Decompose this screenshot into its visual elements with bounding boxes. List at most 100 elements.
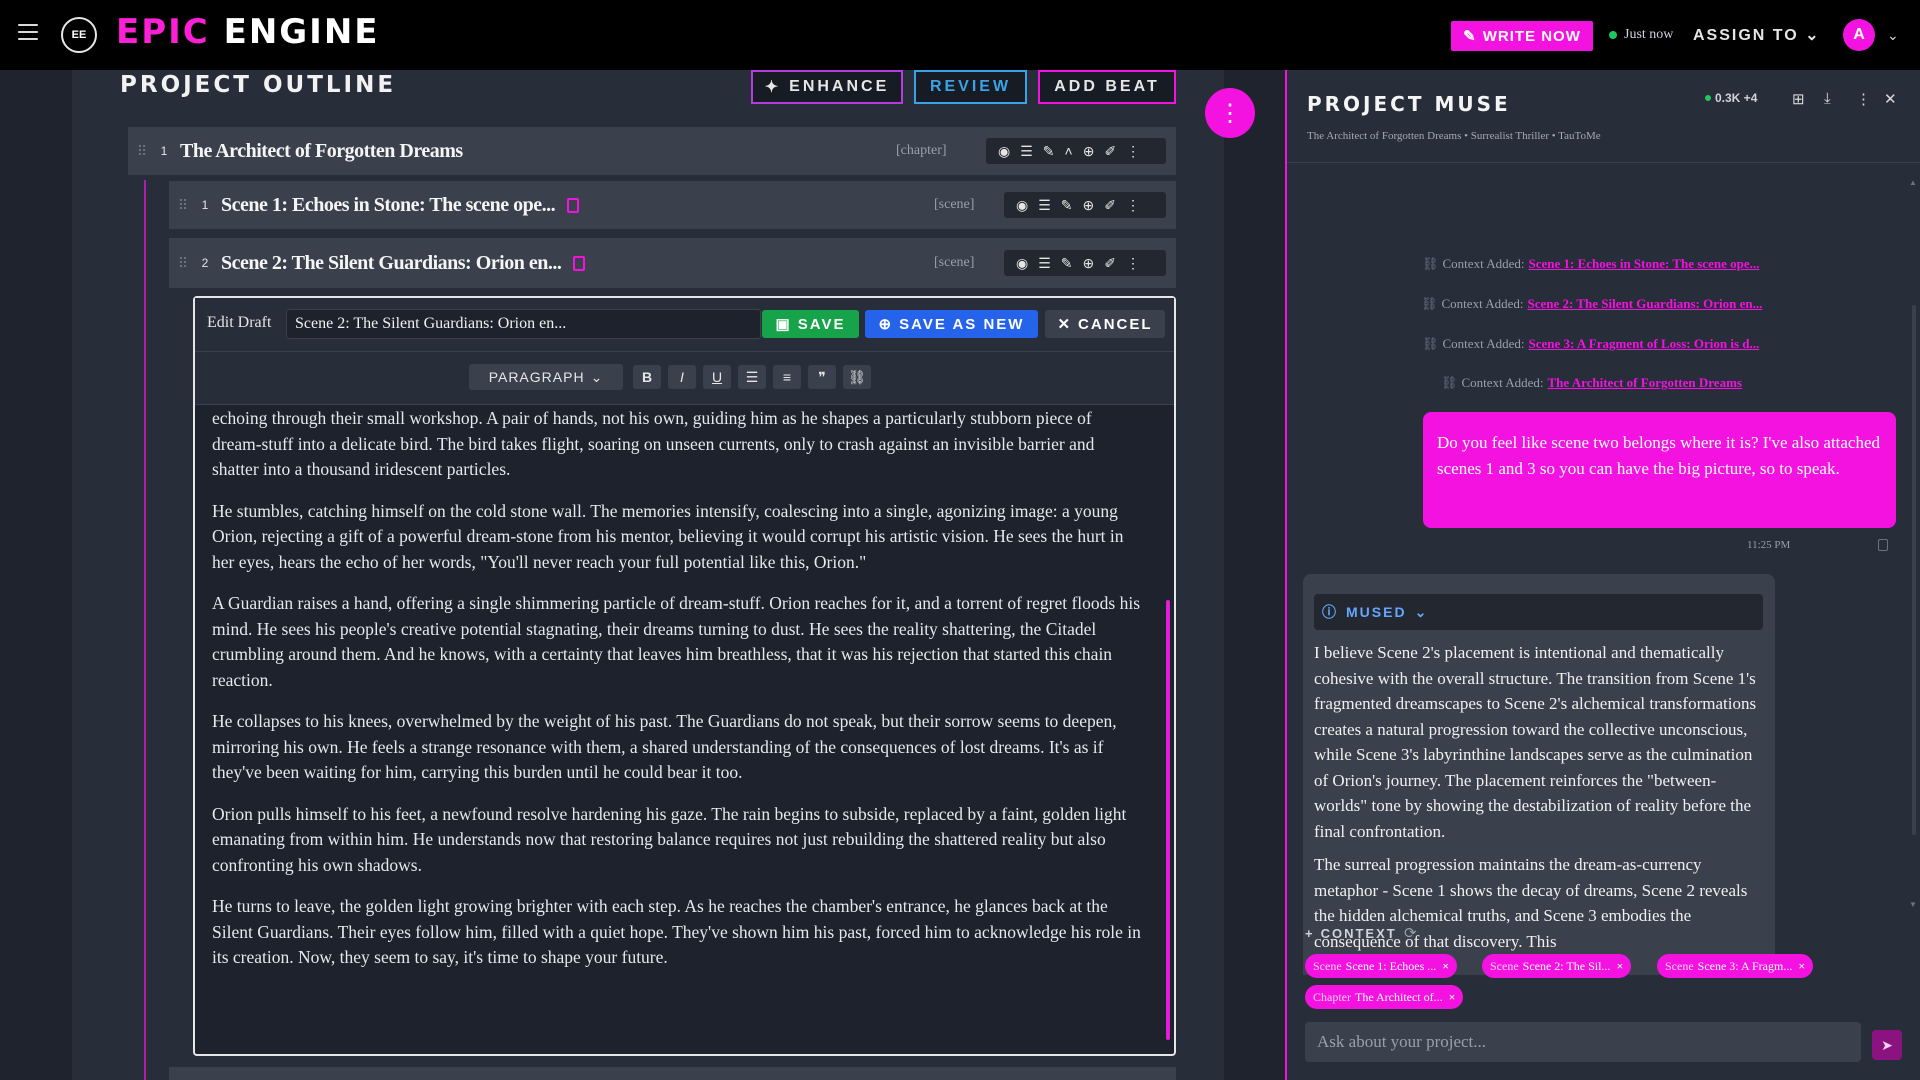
eye-icon[interactable]: ◉	[998, 143, 1010, 160]
page-title: PROJECT OUTLINE	[120, 72, 397, 98]
next-outline-row[interactable]	[169, 1067, 1176, 1080]
chapter-row[interactable]: ⠿ 1 The Architect of Forgotten Dreams [c…	[128, 127, 1176, 175]
scrollbar-thumb[interactable]	[1166, 600, 1170, 1040]
more-options-fab[interactable]: ⋮	[1205, 88, 1255, 138]
close-icon[interactable]: ×	[1449, 990, 1456, 1005]
context-header[interactable]: + CONTEXT	[1305, 926, 1397, 941]
cancel-button[interactable]: ✕ CANCEL	[1045, 310, 1165, 338]
eye-icon[interactable]: ◉	[1016, 255, 1028, 272]
avatar-chevron-down-icon[interactable]: ⌄	[1887, 27, 1899, 44]
edit-draft-label: Edit Draft	[207, 314, 272, 331]
close-icon[interactable]: ×	[1798, 959, 1805, 974]
more-icon[interactable]: ⋮	[1126, 255, 1140, 272]
review-button[interactable]: REVIEW	[914, 70, 1027, 104]
chevron-up-icon[interactable]: ˄	[1065, 143, 1073, 159]
link-icon: ⛓	[1422, 336, 1439, 351]
more-icon[interactable]: ⋮	[1856, 90, 1871, 108]
save-label: SAVE	[797, 315, 846, 333]
more-icon[interactable]: ⋮	[1126, 143, 1140, 160]
chevron-down-icon: ⌄	[1805, 27, 1821, 44]
context-link[interactable]: Scene 1: Echoes in Stone: The scene ope.…	[1528, 256, 1759, 271]
chapter-number: 1	[160, 144, 168, 158]
scene-row-1[interactable]: ⠿ 1 Scene 1: Echoes in Stone: The scene …	[169, 181, 1176, 229]
cancel-label: CANCEL	[1078, 315, 1153, 333]
close-icon[interactable]: ✕	[1884, 90, 1897, 108]
enhance-button[interactable]: ✦ ENHANCE	[751, 70, 903, 104]
context-link[interactable]: Scene 2: The Silent Guardians: Orion en.…	[1527, 296, 1762, 311]
sparkle-icon: ✦	[764, 79, 782, 96]
status-dot-icon	[1609, 31, 1617, 39]
drag-handle-icon[interactable]: ⠿	[173, 255, 193, 272]
context-added-label: Context Added:	[1461, 375, 1544, 390]
token-count: 0.3K +4	[1715, 91, 1758, 105]
document-icon[interactable]	[573, 255, 586, 271]
download-icon[interactable]: ⤓	[1824, 90, 1831, 107]
eye-icon[interactable]: ◉	[1016, 197, 1028, 214]
chip-label: Scene 1: Echoes ...	[1345, 958, 1437, 973]
scene-tools: ◉ ☰ ✎ ⊕ ✐ ⋮	[1004, 250, 1166, 276]
add-circle-icon[interactable]: ⊕	[1083, 143, 1095, 160]
bullet-list-icon[interactable]: ☰	[738, 365, 766, 389]
context-chip[interactable]: Scene Scene 2: The Sil... ×	[1482, 954, 1632, 978]
context-added-item: ⛓ Context Added: The Architect of Forgotte…	[1441, 375, 1742, 391]
edit-icon[interactable]: ✐	[1104, 143, 1116, 160]
link-icon[interactable]: ⛓	[843, 365, 871, 389]
numbered-list-icon[interactable]: ≡	[773, 365, 801, 389]
refresh-icon[interactable]: ⟳	[1404, 924, 1417, 942]
close-icon[interactable]: ×	[1442, 959, 1449, 974]
ask-input[interactable]: Ask about your project...	[1305, 1022, 1861, 1062]
pencil-icon[interactable]: ✎	[1061, 255, 1073, 272]
draft-title-input[interactable]: Scene 2: The Silent Guardians: Orion en.…	[286, 309, 761, 339]
drag-handle-icon[interactable]: ⠿	[132, 143, 152, 160]
add-beat-button[interactable]: ADD BEAT	[1038, 70, 1176, 104]
mused-label: MUSED	[1346, 604, 1407, 620]
hamburger-menu-icon[interactable]	[18, 24, 38, 42]
link-icon: ⛓	[1421, 296, 1438, 311]
bold-icon[interactable]: B	[633, 365, 661, 389]
italic-icon[interactable]: I	[668, 365, 696, 389]
context-added-label: Context Added:	[1442, 336, 1525, 351]
more-icon[interactable]: ⋮	[1126, 197, 1140, 214]
scroll-down-icon[interactable]: ▼	[1909, 900, 1917, 909]
mused-header[interactable]: ⓘ MUSED ⌄	[1314, 594, 1763, 630]
save-button[interactable]: ▣ SAVE	[762, 310, 859, 338]
muse-subtitle: The Architect of Forgotten Dreams • Surr…	[1307, 130, 1601, 142]
context-chip[interactable]: Scene Scene 3: A Fragm... ×	[1657, 954, 1814, 978]
muse-title: PROJECT MUSE	[1307, 92, 1511, 116]
save-as-new-button[interactable]: ⊕ SAVE AS NEW	[865, 310, 1038, 338]
send-icon[interactable]: ➤	[1872, 1030, 1902, 1060]
copy-icon[interactable]	[1878, 539, 1888, 551]
new-chat-icon[interactable]: ⊞	[1792, 90, 1805, 108]
add-circle-icon[interactable]: ⊕	[1083, 255, 1095, 272]
editor-scrollbar[interactable]	[1166, 410, 1170, 1050]
avatar[interactable]: A	[1843, 19, 1875, 51]
drag-handle-icon[interactable]: ⠿	[173, 197, 193, 214]
context-link[interactable]: Scene 3: A Fragment of Loss: Orion is d.…	[1528, 336, 1759, 351]
assign-to-dropdown[interactable]: ASSIGN TO ⌄	[1693, 25, 1821, 45]
pencil-icon[interactable]: ✎	[1061, 197, 1073, 214]
chat-thread: ⛓ Context Added: Scene 1: Echoes in Stone:…	[1287, 165, 1920, 975]
chat-scrollbar[interactable]	[1912, 305, 1916, 835]
list-icon[interactable]: ☰	[1038, 197, 1051, 214]
close-icon[interactable]: ×	[1616, 959, 1623, 974]
pencil-icon[interactable]: ✎	[1043, 143, 1055, 160]
list-icon[interactable]: ☰	[1020, 143, 1033, 160]
document-icon[interactable]	[567, 197, 580, 213]
write-now-button[interactable]: ✎ WRITE NOW	[1451, 21, 1593, 51]
quote-icon[interactable]: ❞	[808, 365, 836, 389]
edit-icon[interactable]: ✐	[1104, 255, 1116, 272]
paragraph-style-dropdown[interactable]: PARAGRAPH ⌄	[469, 364, 623, 390]
add-circle-icon: ⊕	[878, 316, 894, 333]
add-circle-icon[interactable]: ⊕	[1083, 197, 1095, 214]
list-icon[interactable]: ☰	[1038, 255, 1051, 272]
context-chip[interactable]: Chapter The Architect of... ×	[1305, 985, 1464, 1009]
edit-icon[interactable]: ✐	[1104, 197, 1116, 214]
scroll-up-icon[interactable]: ▲	[1909, 178, 1917, 187]
context-link[interactable]: The Architect of Forgotten Dreams	[1547, 375, 1741, 390]
scene-row-2[interactable]: ⠿ 2 Scene 2: The Silent Guardians: Orion…	[169, 238, 1176, 288]
underline-icon[interactable]: U	[703, 365, 731, 389]
brand-name: EPIC ENGINE	[116, 12, 380, 52]
context-chip[interactable]: Scene Scene 1: Echoes ... ×	[1305, 954, 1458, 978]
scene-tag: [scene]	[934, 255, 975, 270]
editor-content[interactable]: echoing through their small workshop. A …	[195, 406, 1174, 1056]
